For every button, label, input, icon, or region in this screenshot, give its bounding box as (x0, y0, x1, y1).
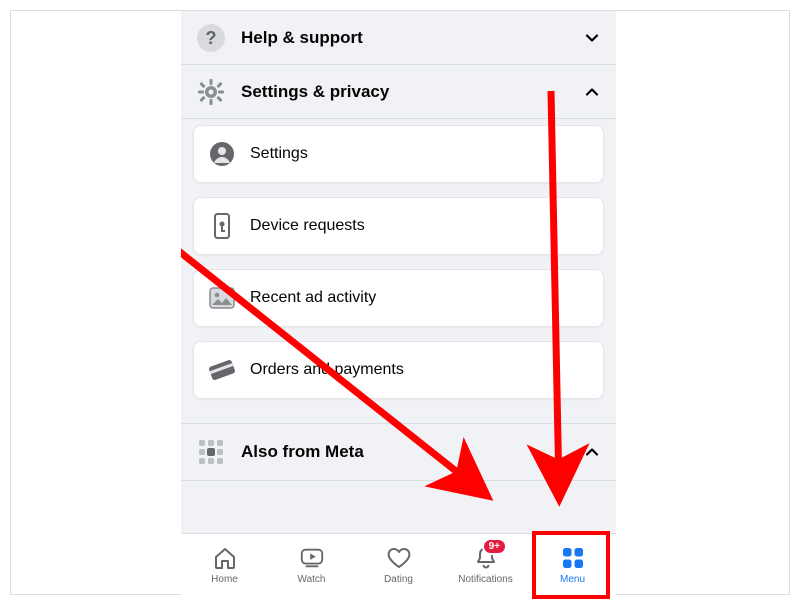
section-settings-privacy[interactable]: Settings & privacy (181, 65, 616, 119)
item-recent-ad-activity[interactable]: Recent ad activity (193, 269, 604, 327)
chevron-down-icon (582, 28, 602, 48)
tab-label: Menu (560, 574, 585, 585)
credit-card-icon (208, 356, 236, 384)
tab-menu[interactable]: Menu (529, 534, 616, 595)
device-key-icon (208, 212, 236, 240)
tab-home[interactable]: Home (181, 534, 268, 595)
settings-privacy-items: Settings Device requests (181, 119, 616, 423)
apps-grid-icon (193, 434, 229, 470)
heart-icon (386, 545, 412, 571)
chevron-up-icon (582, 442, 602, 462)
item-device-requests[interactable]: Device requests (193, 197, 604, 255)
item-label: Settings (250, 145, 308, 163)
item-label: Device requests (250, 217, 365, 235)
notification-badge: 9+ (482, 538, 507, 555)
bottom-nav: Home Watch Dating (181, 533, 616, 595)
tab-notifications[interactable]: 9+ Notifications (442, 534, 529, 595)
item-settings[interactable]: Settings (193, 125, 604, 183)
tab-watch[interactable]: Watch (268, 534, 355, 595)
section-label: Help & support (241, 28, 582, 48)
tab-label: Dating (384, 574, 413, 585)
phone-screen: ? Help & support (181, 11, 616, 595)
tab-label: Notifications (458, 574, 512, 585)
item-label: Recent ad activity (250, 289, 376, 307)
item-orders-payments[interactable]: Orders and payments (193, 341, 604, 399)
tab-dating[interactable]: Dating (355, 534, 442, 595)
item-label: Orders and payments (250, 361, 404, 379)
section-also-from-meta[interactable]: Also from Meta (181, 423, 616, 481)
gear-icon (193, 74, 229, 110)
tab-label: Home (211, 574, 238, 585)
help-icon: ? (193, 20, 229, 56)
home-icon (212, 545, 238, 571)
section-help-support[interactable]: ? Help & support (181, 11, 616, 65)
section-label: Settings & privacy (241, 82, 582, 102)
watch-icon (299, 545, 325, 571)
section-label: Also from Meta (241, 442, 582, 462)
photo-icon (208, 284, 236, 312)
tab-label: Watch (298, 574, 326, 585)
svg-text:?: ? (206, 28, 217, 48)
person-circle-icon (208, 140, 236, 168)
menu-grid-icon (560, 545, 586, 571)
chevron-up-icon (582, 82, 602, 102)
